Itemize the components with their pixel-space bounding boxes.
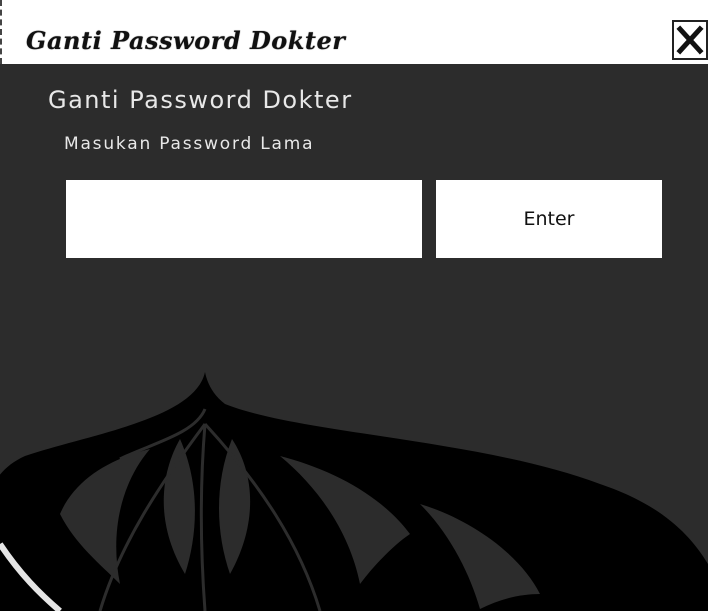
title-bar: Ganti Password Dokter bbox=[0, 0, 708, 64]
enter-button[interactable]: Enter bbox=[436, 180, 662, 258]
close-icon bbox=[676, 25, 704, 55]
dialog-heading: Ganti Password Dokter bbox=[48, 86, 353, 114]
dialog-body: Ganti Password Dokter Masukan Password L… bbox=[0, 64, 708, 611]
old-password-input[interactable] bbox=[66, 180, 422, 258]
password-dialog: Ganti Password Dokter Ganti Password Dok… bbox=[0, 0, 708, 611]
window-title: Ganti Password Dokter bbox=[26, 26, 346, 55]
old-password-label: Masukan Password Lama bbox=[64, 134, 315, 154]
close-button[interactable] bbox=[672, 20, 708, 60]
